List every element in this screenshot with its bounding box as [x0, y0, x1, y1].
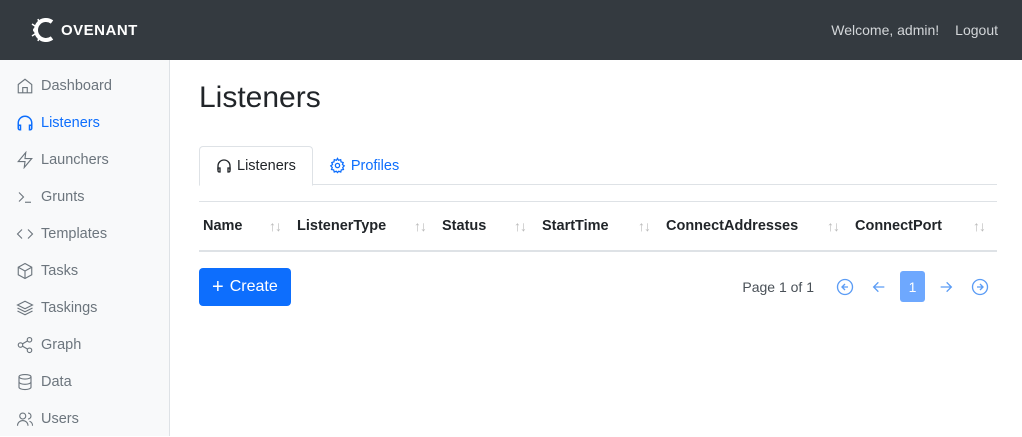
- page-title: Listeners: [199, 81, 321, 114]
- sidebar-item-label: Launchers: [41, 151, 109, 168]
- column-header-connectport[interactable]: ConnectPort ↑↓: [851, 201, 997, 252]
- tab-label: Listeners: [237, 158, 296, 174]
- layers-icon: [16, 300, 34, 315]
- tab-bar: Listeners Profiles: [199, 146, 997, 186]
- sidebar-item-templates[interactable]: Templates: [0, 215, 169, 252]
- database-icon: [18, 373, 32, 390]
- tab-label: Profiles: [350, 157, 400, 174]
- logo-text: OVENANT: [61, 21, 138, 39]
- sidebar-item-label: Taskings: [41, 299, 98, 316]
- sidebar: Dashboard Listeners Launchers Grunts Tem…: [0, 60, 170, 436]
- sidebar-item-users[interactable]: Users: [0, 400, 169, 437]
- column-header-connectaddresses[interactable]: ConnectAddresses ↑↓: [662, 201, 851, 252]
- arrow-right-icon: [940, 281, 953, 292]
- listeners-table: Name ↑↓ ListenerType ↑↓ Status ↑↓ StartTime…: [199, 201, 997, 252]
- sidebar-item-tasks[interactable]: Tasks: [0, 252, 169, 289]
- sidebar-item-label: Data: [41, 373, 72, 390]
- sidebar-item-label: Dashboard: [41, 77, 112, 94]
- plus-icon: +: [212, 275, 224, 298]
- gear-icon: [329, 157, 346, 174]
- next-page-button[interactable]: [929, 271, 963, 303]
- share-icon: [17, 336, 33, 353]
- sidebar-item-label: Graph: [41, 336, 82, 353]
- covenant-logo-icon: [31, 18, 54, 42]
- column-header-status[interactable]: Status ↑↓: [438, 201, 538, 252]
- main-content: Listeners Listeners Profiles Name ↑↓ List…: [199, 60, 997, 306]
- last-page-button[interactable]: [963, 271, 997, 303]
- sidebar-item-label: Users: [41, 410, 79, 427]
- code-icon: [16, 228, 34, 239]
- terminal-icon: [18, 191, 31, 203]
- sidebar-item-label: Grunts: [41, 188, 85, 205]
- users-icon: [16, 411, 34, 426]
- column-header-name[interactable]: Name ↑↓: [199, 201, 293, 252]
- create-button-label: Create: [229, 277, 278, 295]
- pagination: Page 1 of 1 1: [742, 271, 997, 303]
- sort-icon[interactable]: ↑↓: [973, 218, 986, 234]
- sidebar-item-label: Templates: [41, 225, 108, 242]
- headphones-icon: [217, 159, 231, 173]
- create-button[interactable]: + Create: [199, 267, 291, 306]
- sidebar-item-label: Tasks: [41, 262, 79, 279]
- tab-profiles[interactable]: Profiles: [313, 146, 415, 185]
- first-page-button[interactable]: [828, 271, 862, 303]
- box-icon: [17, 262, 33, 279]
- welcome-text: Welcome, admin!: [831, 22, 940, 38]
- sidebar-item-label: Listeners: [41, 114, 100, 131]
- page-info: Page 1 of 1: [742, 278, 814, 295]
- column-header-starttime[interactable]: StartTime ↑↓: [538, 201, 662, 252]
- sidebar-item-graph[interactable]: Graph: [0, 326, 169, 363]
- sort-icon[interactable]: ↑↓: [269, 218, 282, 234]
- headphones-icon: [17, 115, 33, 130]
- sidebar-item-grunts[interactable]: Grunts: [0, 178, 169, 215]
- column-header-listenertype[interactable]: ListenerType ↑↓: [293, 201, 438, 252]
- sort-icon[interactable]: ↑↓: [827, 218, 840, 234]
- covenant-logo[interactable]: OVENANT: [30, 17, 138, 43]
- sidebar-item-listeners[interactable]: Listeners: [0, 104, 169, 141]
- sidebar-item-dashboard[interactable]: Dashboard: [0, 67, 169, 104]
- circle-arrow-right-icon: [971, 278, 989, 295]
- lightning-icon: [17, 150, 33, 169]
- home-icon: [17, 78, 33, 93]
- sort-icon[interactable]: ↑↓: [414, 218, 427, 234]
- sort-icon[interactable]: ↑↓: [638, 218, 651, 234]
- page-number-current[interactable]: 1: [900, 271, 925, 302]
- sort-icon[interactable]: ↑↓: [514, 218, 527, 234]
- tab-listeners[interactable]: Listeners: [199, 146, 313, 186]
- sidebar-item-taskings[interactable]: Taskings: [0, 289, 169, 326]
- arrow-left-icon: [872, 281, 885, 292]
- sidebar-item-data[interactable]: Data: [0, 363, 169, 400]
- top-navbar: OVENANT Welcome, admin! Logout: [0, 0, 1022, 60]
- circle-arrow-left-icon: [836, 278, 854, 295]
- table-header-row: Name ↑↓ ListenerType ↑↓ Status ↑↓ StartTime…: [199, 201, 997, 252]
- sidebar-item-launchers[interactable]: Launchers: [0, 141, 169, 178]
- logout-link[interactable]: Logout: [955, 22, 998, 38]
- previous-page-button[interactable]: [862, 271, 896, 303]
